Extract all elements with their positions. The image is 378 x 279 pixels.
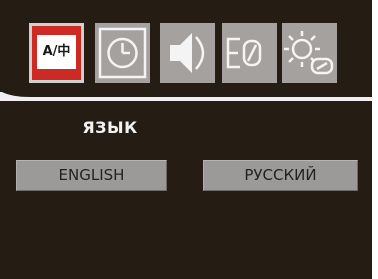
- language-option-russian[interactable]: РУССКИЙ: [203, 160, 358, 191]
- tab-clock[interactable]: [95, 23, 150, 83]
- osd-menu: A/中 ЯЗЫК ENGLISH РУССКИЙ: [0, 0, 372, 279]
- menu-tab-bar: A/中: [0, 0, 372, 96]
- tab-language[interactable]: A/中: [29, 23, 84, 83]
- clock-icon: [95, 23, 150, 83]
- brightness-settings-icon: [282, 23, 337, 83]
- language-tab-label: A/中: [42, 44, 71, 59]
- tab-input[interactable]: [222, 23, 277, 83]
- speaker-icon: [160, 23, 215, 83]
- screen-edge: [372, 0, 378, 279]
- language-option-english[interactable]: ENGLISH: [16, 160, 167, 191]
- tab-picture[interactable]: [282, 23, 337, 83]
- page-title: ЯЗЫК: [82, 118, 138, 137]
- tab-audio[interactable]: [160, 23, 215, 83]
- input-source-icon: [222, 23, 277, 83]
- menu-divider: [0, 92, 372, 101]
